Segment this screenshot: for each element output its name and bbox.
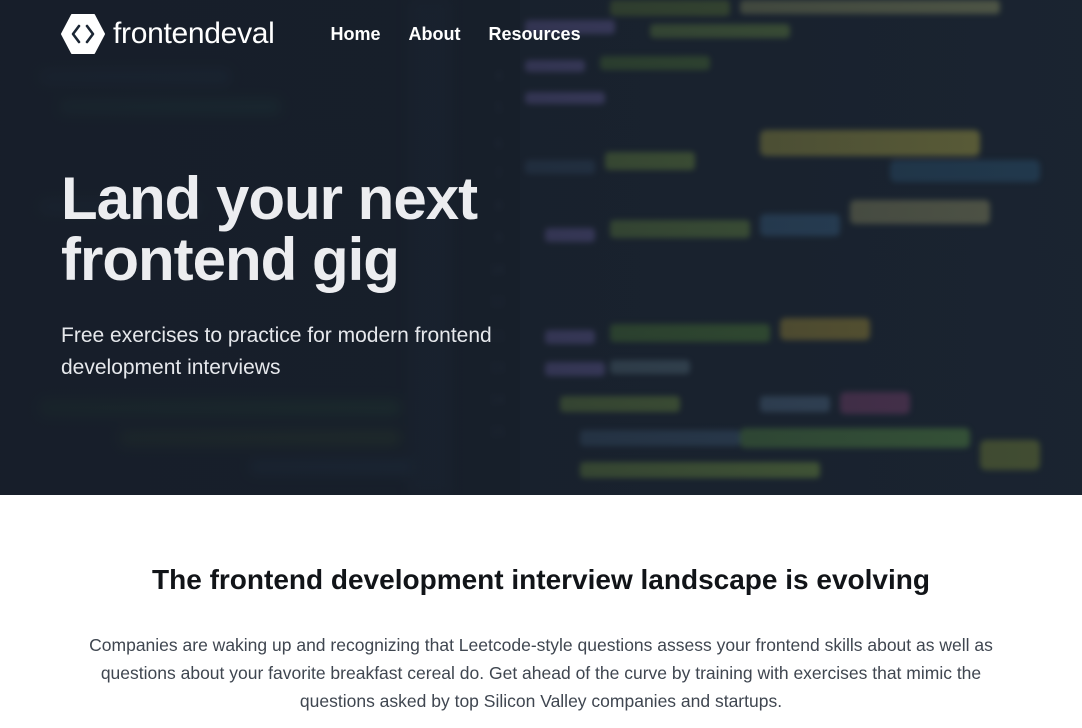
hero: 456 789 101211 131415 frontendeval Home …: [0, 0, 1082, 495]
nav-links: Home About Resources: [331, 14, 609, 54]
hero-title-line-1: Land your next: [61, 165, 478, 232]
hero-title-line-2: frontend gig: [61, 226, 400, 293]
hero-title: Land your next frontend gig: [61, 168, 581, 290]
section-title: The frontend development interview lands…: [152, 564, 930, 595]
section-body: Companies are waking up and recognizing …: [89, 635, 993, 711]
nav-link-home[interactable]: Home: [331, 14, 381, 54]
code-brackets-icon: [61, 14, 105, 54]
brand-name: frontendeval: [113, 17, 275, 50]
brand-logo-link[interactable]: frontendeval: [61, 14, 275, 54]
nav-link-resources[interactable]: Resources: [489, 14, 581, 54]
nav-link-about[interactable]: About: [409, 14, 461, 54]
intro-section: The frontend development interview lands…: [0, 495, 1082, 715]
top-navigation: frontendeval Home About Resources: [61, 14, 609, 54]
hero-subtitle: Free exercises to practice for modern fr…: [61, 324, 492, 379]
